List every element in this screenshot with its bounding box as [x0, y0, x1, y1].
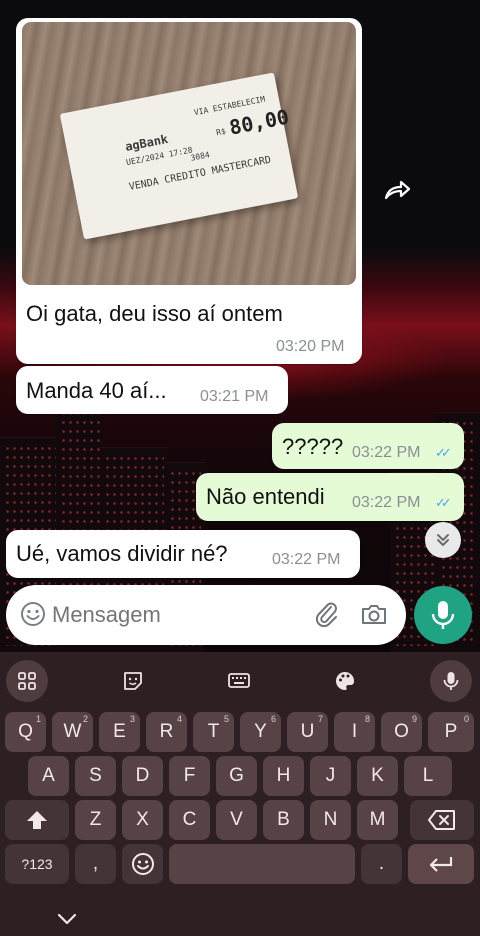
key-f[interactable]: F	[169, 756, 210, 796]
receipt-currency: R$	[215, 126, 227, 138]
key-b[interactable]: B	[263, 800, 304, 840]
message-time: 03:22 PM	[272, 551, 341, 568]
key-r[interactable]: R4	[146, 712, 187, 752]
chevron-down-icon	[57, 913, 77, 925]
key-d[interactable]: D	[122, 756, 163, 796]
incoming-message[interactable]: Ué, vamos dividir né? 03:22 PM	[6, 530, 360, 578]
enter-icon	[429, 857, 453, 872]
palette-icon[interactable]	[324, 660, 366, 702]
incoming-message[interactable]: Manda 40 aí... 03:21 PM	[16, 366, 288, 414]
key-k[interactable]: K	[357, 756, 398, 796]
microphone-icon	[431, 601, 455, 629]
emoji-key[interactable]	[122, 844, 163, 884]
message-text: Ué, vamos dividir né?	[16, 541, 228, 566]
key-i[interactable]: I8	[334, 712, 375, 752]
emoji-icon	[131, 853, 154, 875]
key-h[interactable]: H	[263, 756, 304, 796]
read-ticks-icon: ✓✓	[435, 445, 452, 460]
camera-icon[interactable]	[360, 601, 388, 627]
comma-key[interactable]: ,	[75, 844, 116, 884]
message-text: ?????	[282, 434, 344, 459]
backspace-icon	[428, 810, 455, 830]
receipt-amount: 80,00	[227, 104, 291, 140]
keyboard: Q1 W2 E3 R4 T5 Y6 U7 I8 O9 P0 A S D F G …	[0, 652, 480, 936]
message-input-bar[interactable]	[6, 585, 406, 645]
key-m[interactable]: M	[357, 800, 398, 840]
message-time: 03:20 PM	[276, 338, 345, 355]
key-n[interactable]: N	[310, 800, 351, 840]
message-time: 03:22 PM	[352, 494, 421, 511]
key-u[interactable]: U7	[287, 712, 328, 752]
key-o[interactable]: O9	[381, 712, 422, 752]
microphone-icon[interactable]	[430, 660, 472, 702]
message-text: Não entendi	[206, 484, 325, 509]
paperclip-icon[interactable]	[314, 601, 340, 629]
shift-icon	[27, 811, 47, 829]
key-v[interactable]: V	[216, 800, 257, 840]
keyboard-collapse-button[interactable]	[52, 908, 82, 930]
keyboard-icon[interactable]	[218, 660, 260, 702]
key-g[interactable]: G	[216, 756, 257, 796]
message-time: 03:21 PM	[200, 388, 269, 405]
key-q[interactable]: Q1	[5, 712, 46, 752]
read-ticks-icon: ✓✓	[435, 495, 452, 510]
scroll-to-bottom-button[interactable]	[425, 522, 461, 558]
key-p[interactable]: P0	[428, 712, 474, 752]
message-time: 03:22 PM	[352, 444, 421, 461]
apps-grid-icon[interactable]	[6, 660, 48, 702]
outgoing-message[interactable]: ????? 03:22 PM ✓✓	[272, 423, 464, 469]
receipt-paper: agBank VIA ESTABELECIM UEZ/2024 17:28 30…	[59, 72, 299, 240]
emoji-icon[interactable]	[20, 601, 46, 627]
shift-key[interactable]	[5, 800, 69, 840]
receipt-photo[interactable]: agBank VIA ESTABELECIM UEZ/2024 17:28 30…	[22, 22, 356, 285]
forward-icon[interactable]	[382, 176, 412, 206]
backspace-key[interactable]	[410, 800, 474, 840]
enter-key[interactable]	[408, 844, 474, 884]
voice-message-button[interactable]	[414, 586, 472, 644]
key-x[interactable]: X	[122, 800, 163, 840]
period-key[interactable]: .	[361, 844, 402, 884]
key-z[interactable]: Z	[75, 800, 116, 840]
symbols-key[interactable]: ?123	[5, 844, 69, 884]
key-c[interactable]: C	[169, 800, 210, 840]
outgoing-message[interactable]: Não entendi 03:22 PM ✓✓	[196, 473, 464, 521]
key-s[interactable]: S	[75, 756, 116, 796]
key-w[interactable]: W2	[52, 712, 93, 752]
message-input[interactable]	[52, 597, 292, 633]
key-l[interactable]: L	[404, 756, 452, 796]
space-key[interactable]	[169, 844, 355, 884]
key-a[interactable]: A	[28, 756, 69, 796]
message-text: Oi gata, deu isso aí ontem	[26, 301, 283, 326]
sticker-icon[interactable]	[112, 660, 154, 702]
double-chevron-down-icon	[437, 534, 449, 546]
key-y[interactable]: Y6	[240, 712, 281, 752]
incoming-photo-message[interactable]: agBank VIA ESTABELECIM UEZ/2024 17:28 30…	[16, 18, 362, 364]
key-j[interactable]: J	[310, 756, 351, 796]
key-e[interactable]: E3	[99, 712, 140, 752]
key-t[interactable]: T5	[193, 712, 234, 752]
message-text: Manda 40 aí...	[26, 378, 167, 403]
